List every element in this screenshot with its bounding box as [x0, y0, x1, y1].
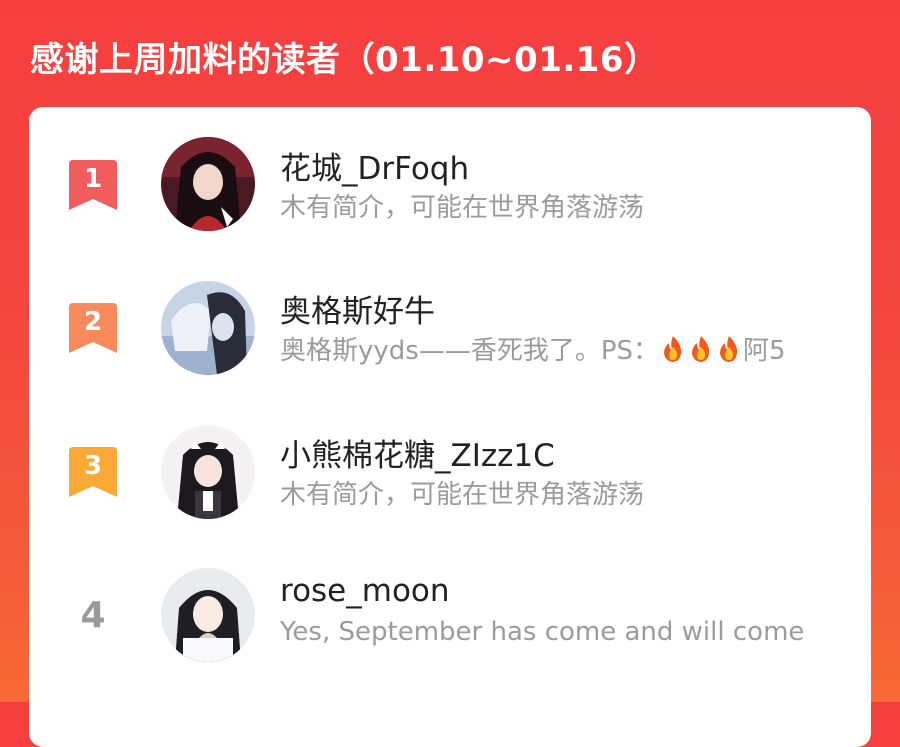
rank-badge-icon: 3	[69, 447, 117, 497]
reader-bio: Yes, September has come and will come	[280, 617, 805, 647]
reader-bio: 木有简介，可能在世界角落游荡	[280, 193, 645, 223]
list-item[interactable]: 2 奥格斯好牛 奥格斯yyds——香死我了。PS： 阿5	[29, 250, 871, 375]
avatar[interactable]	[161, 425, 255, 519]
rank-number: 4	[80, 595, 106, 636]
reader-name[interactable]: 花城_DrFoqh	[280, 143, 469, 188]
fire-icon	[716, 335, 742, 370]
reader-bio: 奥格斯yyds——香死我了。PS： 阿5	[280, 330, 828, 370]
avatar[interactable]	[161, 281, 255, 375]
reader-name[interactable]: 小熊棉花糖_ZIzz1C	[280, 430, 555, 475]
list-item[interactable]: 3 小熊棉花糖_ZIzz1C 木有简介，可能在世界角落游荡	[29, 394, 871, 519]
page-title: 感谢上周加料的读者（01.10~01.16）	[30, 40, 659, 80]
rank-badge-icon: 1	[69, 160, 117, 210]
reader-name[interactable]: 奥格斯好牛	[280, 286, 435, 331]
reader-bio-text: 阿5	[743, 336, 786, 366]
avatar[interactable]	[161, 137, 255, 231]
avatar[interactable]	[161, 568, 255, 662]
list-item[interactable]: 1 花城_DrFoqh 木有简介，可能在世界角落游荡	[29, 107, 871, 231]
reader-bio: 木有简介，可能在世界角落游荡	[280, 480, 645, 510]
fire-icon	[688, 335, 714, 370]
list-item[interactable]: 4 rose_moon Yes, September has come and …	[29, 537, 871, 662]
reader-list: 1 花城_DrFoqh 木有简介，可能在世界角落游荡 2 奥格斯好牛 奥格斯yy…	[29, 107, 871, 747]
fire-icon	[660, 335, 686, 370]
rank-badge-icon: 2	[69, 303, 117, 353]
reader-bio-text: 奥格斯yyds——香死我了。PS：	[280, 336, 660, 366]
rank-number: 3	[84, 451, 102, 481]
reader-name[interactable]: rose_moon	[280, 573, 450, 609]
rank-number: 1	[84, 164, 102, 194]
rank-number: 2	[84, 307, 102, 337]
